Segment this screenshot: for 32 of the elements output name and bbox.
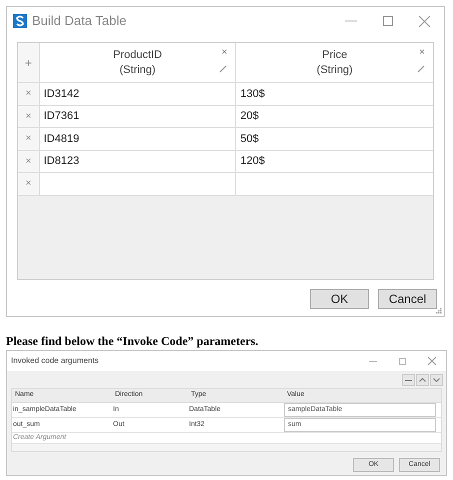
minimize-icon[interactable]: [345, 20, 357, 22]
column-header: ProductID (String): [113, 48, 162, 78]
caption-text: Please find below the “Invoke Code” parameters.: [6, 335, 258, 348]
chevron-up-icon: [419, 378, 426, 382]
window-title: Invoked code arguments: [11, 355, 99, 367]
app-logo-icon: [13, 14, 27, 28]
table-cell[interactable]: ID8123: [40, 150, 236, 172]
remove-button[interactable]: [402, 374, 415, 386]
chevron-down-icon: [433, 378, 440, 382]
pencil-icon[interactable]: [417, 65, 425, 73]
remove-column-button[interactable]: ×: [222, 48, 228, 58]
move-up-button[interactable]: [416, 374, 429, 386]
move-down-button[interactable]: [430, 374, 443, 386]
table-cell[interactable]: ID7361: [40, 106, 236, 127]
table-cell[interactable]: 130$: [236, 83, 433, 104]
minimize-icon[interactable]: [369, 360, 377, 362]
close-icon[interactable]: [428, 357, 436, 365]
remove-column-button[interactable]: ×: [419, 48, 425, 58]
table-cell[interactable]: 20$: [236, 106, 433, 127]
table-cell[interactable]: 50$: [236, 128, 433, 150]
window-title: Build Data Table: [32, 12, 126, 30]
resize-grip-icon[interactable]: [435, 307, 442, 314]
maximize-icon[interactable]: [399, 358, 406, 364]
dialog-button[interactable]: Cancel: [378, 289, 437, 309]
table-cell[interactable]: 120$: [236, 150, 433, 172]
pencil-icon[interactable]: [219, 65, 228, 73]
table-cell[interactable]: ID3142: [40, 83, 236, 104]
dialog-button[interactable]: OK: [310, 289, 369, 309]
table-cell[interactable]: ID4819: [40, 128, 236, 150]
close-icon[interactable]: [419, 16, 430, 26]
maximize-icon[interactable]: [383, 16, 393, 26]
column-header: Price (String): [316, 48, 353, 78]
